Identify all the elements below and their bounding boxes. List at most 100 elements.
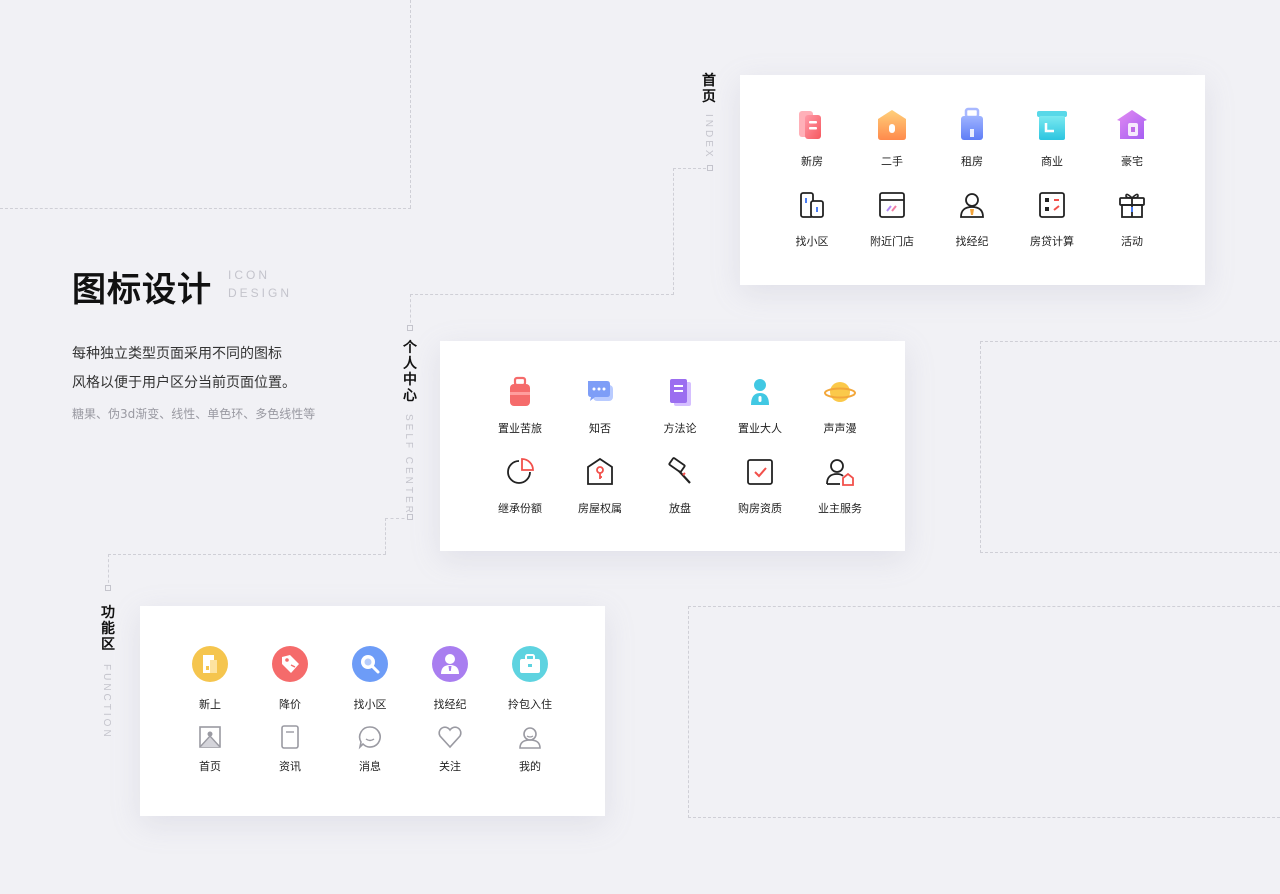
index-item-new-house[interactable]: 新房	[772, 105, 852, 169]
rent-luggage-icon	[952, 105, 992, 145]
nearby-store-icon	[872, 185, 912, 225]
function-item-label: 找小区	[353, 698, 387, 711]
index-item-commercial[interactable]: 商业	[1012, 105, 1092, 169]
self-center-item-planet[interactable]: 声声漫	[800, 372, 880, 436]
hammer-icon	[660, 452, 700, 492]
section-label-function-en: FUNCTION	[101, 664, 112, 740]
index-item-community[interactable]: 找小区	[772, 185, 852, 249]
self-center-item-label: 继承份额	[498, 502, 542, 515]
index-item-mansion[interactable]: 豪宅	[1092, 105, 1172, 169]
function-tab-news[interactable]: 资讯	[250, 722, 330, 774]
message-icon	[350, 722, 390, 752]
pie-share-icon	[500, 452, 540, 492]
self-center-item-label: 房屋权属	[578, 502, 622, 515]
function-tab-label: 资讯	[279, 760, 301, 773]
self-center-icon-card: 置业苦旅 知否 方法论 置业大人 声声漫 继承份额 房屋权属 放盘 购房资质 业…	[440, 341, 905, 551]
self-center-item-suitcase[interactable]: 置业苦旅	[480, 372, 560, 436]
index-item-second-hand[interactable]: 二手	[852, 105, 932, 169]
index-item-label: 租房	[961, 155, 983, 168]
function-icon-card: 新上 降价 找小区 找经纪 拎包入住 首页 资讯 消息 关注 我的	[140, 606, 605, 816]
section-label-self-center: 个人中心	[403, 340, 417, 404]
index-icon-card: 新房 二手 租房 商业 豪宅 找小区 附近门店 找经纪 房贷计算 活动	[740, 75, 1205, 285]
index-item-nearby-store[interactable]: 附近门店	[852, 185, 932, 249]
section-label-self-center-en: SELF CENTER	[403, 414, 414, 516]
self-center-item-owner-service[interactable]: 业主服务	[800, 452, 880, 516]
section-label-function: 功能区	[101, 605, 115, 653]
page-title-en-line1: ICON	[228, 268, 270, 282]
function-tab-label: 首页	[199, 760, 221, 773]
index-item-rent[interactable]: 租房	[932, 105, 1012, 169]
new-listing-icon	[190, 644, 230, 684]
self-center-item-label: 方法论	[663, 422, 697, 435]
index-item-label: 房贷计算	[1030, 235, 1074, 248]
function-item-move-in[interactable]: 拎包入住	[490, 644, 570, 712]
self-center-item-label: 业主服务	[818, 502, 862, 515]
index-item-label: 找小区	[795, 235, 829, 248]
index-item-label: 附近门店	[870, 235, 914, 248]
page-description: 每种独立类型页面采用不同的图标 风格以便于用户区分当前页面位置。	[72, 340, 372, 398]
index-item-activity[interactable]: 活动	[1092, 185, 1172, 249]
mansion-icon	[1112, 105, 1152, 145]
self-center-item-share[interactable]: 继承份额	[480, 452, 560, 516]
self-center-item-label: 声声漫	[823, 422, 857, 435]
self-center-item-chat[interactable]: 知否	[560, 372, 640, 436]
page-title: 图标设计	[72, 270, 212, 310]
gift-icon	[1112, 185, 1152, 225]
self-center-item-person[interactable]: 置业大人	[720, 372, 800, 436]
second-hand-house-icon	[872, 105, 912, 145]
self-center-item-qualification[interactable]: 购房资质	[720, 452, 800, 516]
style-list: 糖果、伪3d渐变、线性、单色环、多色线性等	[72, 407, 316, 421]
new-house-icon	[792, 105, 832, 145]
self-center-item-label: 放盘	[669, 502, 691, 515]
planet-icon	[820, 372, 860, 412]
house-key-icon	[580, 452, 620, 492]
index-item-agent[interactable]: 找经纪	[932, 185, 1012, 249]
function-item-label: 找经纪	[433, 698, 467, 711]
book-icon	[660, 372, 700, 412]
description-line1: 每种独立类型页面采用不同的图标	[72, 346, 282, 362]
function-item-new-listing[interactable]: 新上	[170, 644, 250, 712]
commercial-shop-icon	[1032, 105, 1072, 145]
calculator-icon	[1032, 185, 1072, 225]
agent-icon	[952, 185, 992, 225]
function-tab-mine[interactable]: 我的	[490, 722, 570, 774]
self-center-item-label: 置业大人	[738, 422, 782, 435]
function-item-label: 新上	[199, 698, 221, 711]
index-item-label: 活动	[1121, 235, 1143, 248]
self-center-item-listing[interactable]: 放盘	[640, 452, 720, 516]
section-label-index-en: INDEX	[703, 114, 714, 160]
self-center-item-ownership[interactable]: 房屋权属	[560, 452, 640, 516]
function-tab-message[interactable]: 消息	[330, 722, 410, 774]
index-item-label: 找经纪	[955, 235, 989, 248]
function-item-label: 拎包入住	[508, 698, 552, 711]
page-title-en-line2: DESIGN	[228, 286, 293, 300]
checkbox-icon	[740, 452, 780, 492]
function-item-label: 降价	[279, 698, 301, 711]
self-center-item-book[interactable]: 方法论	[640, 372, 720, 436]
price-tag-icon	[270, 644, 310, 684]
index-item-label: 新房	[801, 155, 823, 168]
self-center-item-label: 知否	[589, 422, 611, 435]
function-tab-home[interactable]: 首页	[170, 722, 250, 774]
self-center-item-label: 购房资质	[738, 502, 782, 515]
self-center-item-label: 置业苦旅	[498, 422, 542, 435]
index-item-label: 商业	[1041, 155, 1063, 168]
index-item-label: 二手	[881, 155, 903, 168]
index-item-calculator[interactable]: 房贷计算	[1012, 185, 1092, 249]
heart-icon	[430, 722, 470, 752]
agent-icon	[430, 644, 470, 684]
description-line2: 风格以便于用户区分当前页面位置。	[72, 375, 296, 391]
function-tab-label: 消息	[359, 760, 381, 773]
page-title-en: ICON DESIGN	[228, 266, 292, 302]
function-item-find-agent[interactable]: 找经纪	[410, 644, 490, 712]
function-tab-label: 关注	[439, 760, 461, 773]
suitcase-icon	[500, 372, 540, 412]
person-icon	[740, 372, 780, 412]
function-item-price-cut[interactable]: 降价	[250, 644, 330, 712]
section-label-index: 首页	[702, 73, 716, 105]
news-icon	[270, 722, 310, 752]
community-icon	[792, 185, 832, 225]
briefcase-icon	[510, 644, 550, 684]
function-tab-follow[interactable]: 关注	[410, 722, 490, 774]
function-item-find-community[interactable]: 找小区	[330, 644, 410, 712]
